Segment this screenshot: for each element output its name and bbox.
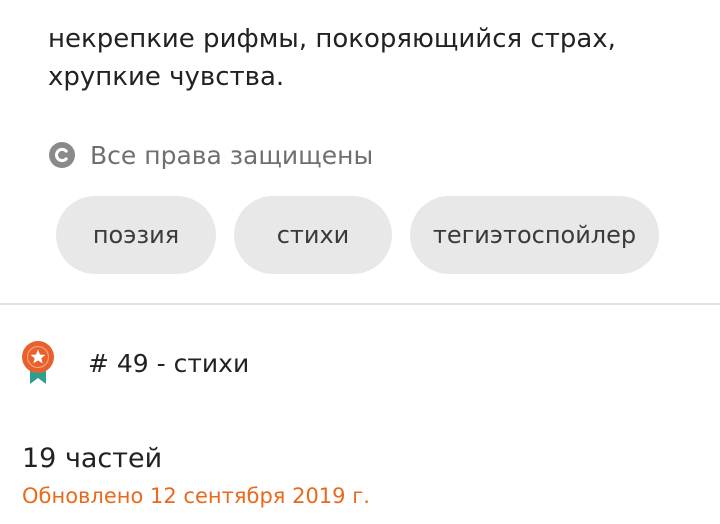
award-badge-icon [20,340,56,386]
description-line-2: хрупкие чувства. [48,62,285,92]
tag-poems[interactable]: стихи [234,196,392,274]
ranking-row[interactable]: # 49 - стихи [20,340,249,386]
tag-spoiler[interactable]: тегиэтоспойлер [410,196,659,274]
description-line-1: некрепкие рифмы, покоряющийся страх, [48,24,616,54]
updated-date: Обновлено 12 сентября 2019 г. [22,484,370,508]
story-description: некрепкие рифмы, покоряющийся страх, хру… [48,20,708,96]
tag-poetry[interactable]: поэзия [56,196,216,274]
copyright-icon [48,141,76,169]
copyright-notice: Все права защищены [48,138,373,172]
tag-list: поэзия стихи тегиэтоспойлер [56,196,659,274]
copyright-text: Все права защищены [90,140,374,170]
parts-count: 19 частей [22,443,163,474]
section-divider [0,303,720,305]
story-details-page: некрепкие рифмы, покоряющийся страх, хру… [0,0,720,524]
ranking-text: # 49 - стихи [88,348,250,378]
